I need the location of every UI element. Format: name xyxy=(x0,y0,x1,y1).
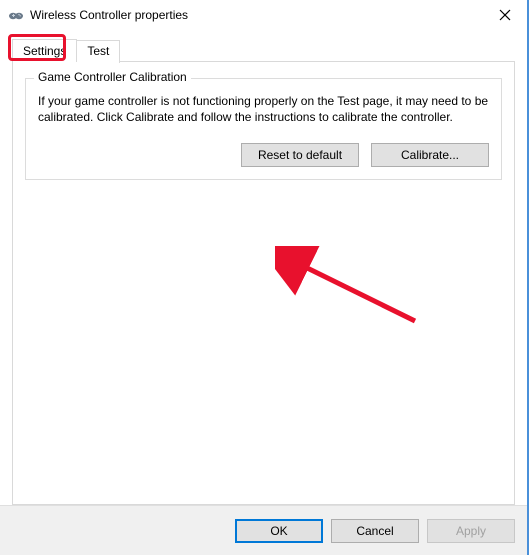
apply-button[interactable]: Apply xyxy=(427,519,515,543)
groupbox-title: Game Controller Calibration xyxy=(34,70,191,84)
dialog-window: Wireless Controller properties Settings … xyxy=(0,0,529,555)
calibration-groupbox: Game Controller Calibration If your game… xyxy=(25,78,502,180)
close-button[interactable] xyxy=(482,0,527,30)
annotation-arrow xyxy=(275,246,435,339)
controller-icon xyxy=(8,7,24,23)
content-area: Settings Test Game Controller Calibratio… xyxy=(0,30,527,505)
dialog-footer: OK Cancel Apply xyxy=(0,505,527,555)
window-title: Wireless Controller properties xyxy=(30,8,482,22)
tab-test[interactable]: Test xyxy=(77,40,120,63)
tab-settings[interactable]: Settings xyxy=(12,39,77,62)
cancel-button[interactable]: Cancel xyxy=(331,519,419,543)
groupbox-button-row: Reset to default Calibrate... xyxy=(38,143,489,167)
tab-strip: Settings Test xyxy=(12,38,515,61)
groupbox-description: If your game controller is not functioni… xyxy=(38,93,489,125)
titlebar: Wireless Controller properties xyxy=(0,0,527,30)
calibrate-button[interactable]: Calibrate... xyxy=(371,143,489,167)
ok-button[interactable]: OK xyxy=(235,519,323,543)
reset-to-default-button[interactable]: Reset to default xyxy=(241,143,359,167)
tab-panel: Game Controller Calibration If your game… xyxy=(12,61,515,505)
